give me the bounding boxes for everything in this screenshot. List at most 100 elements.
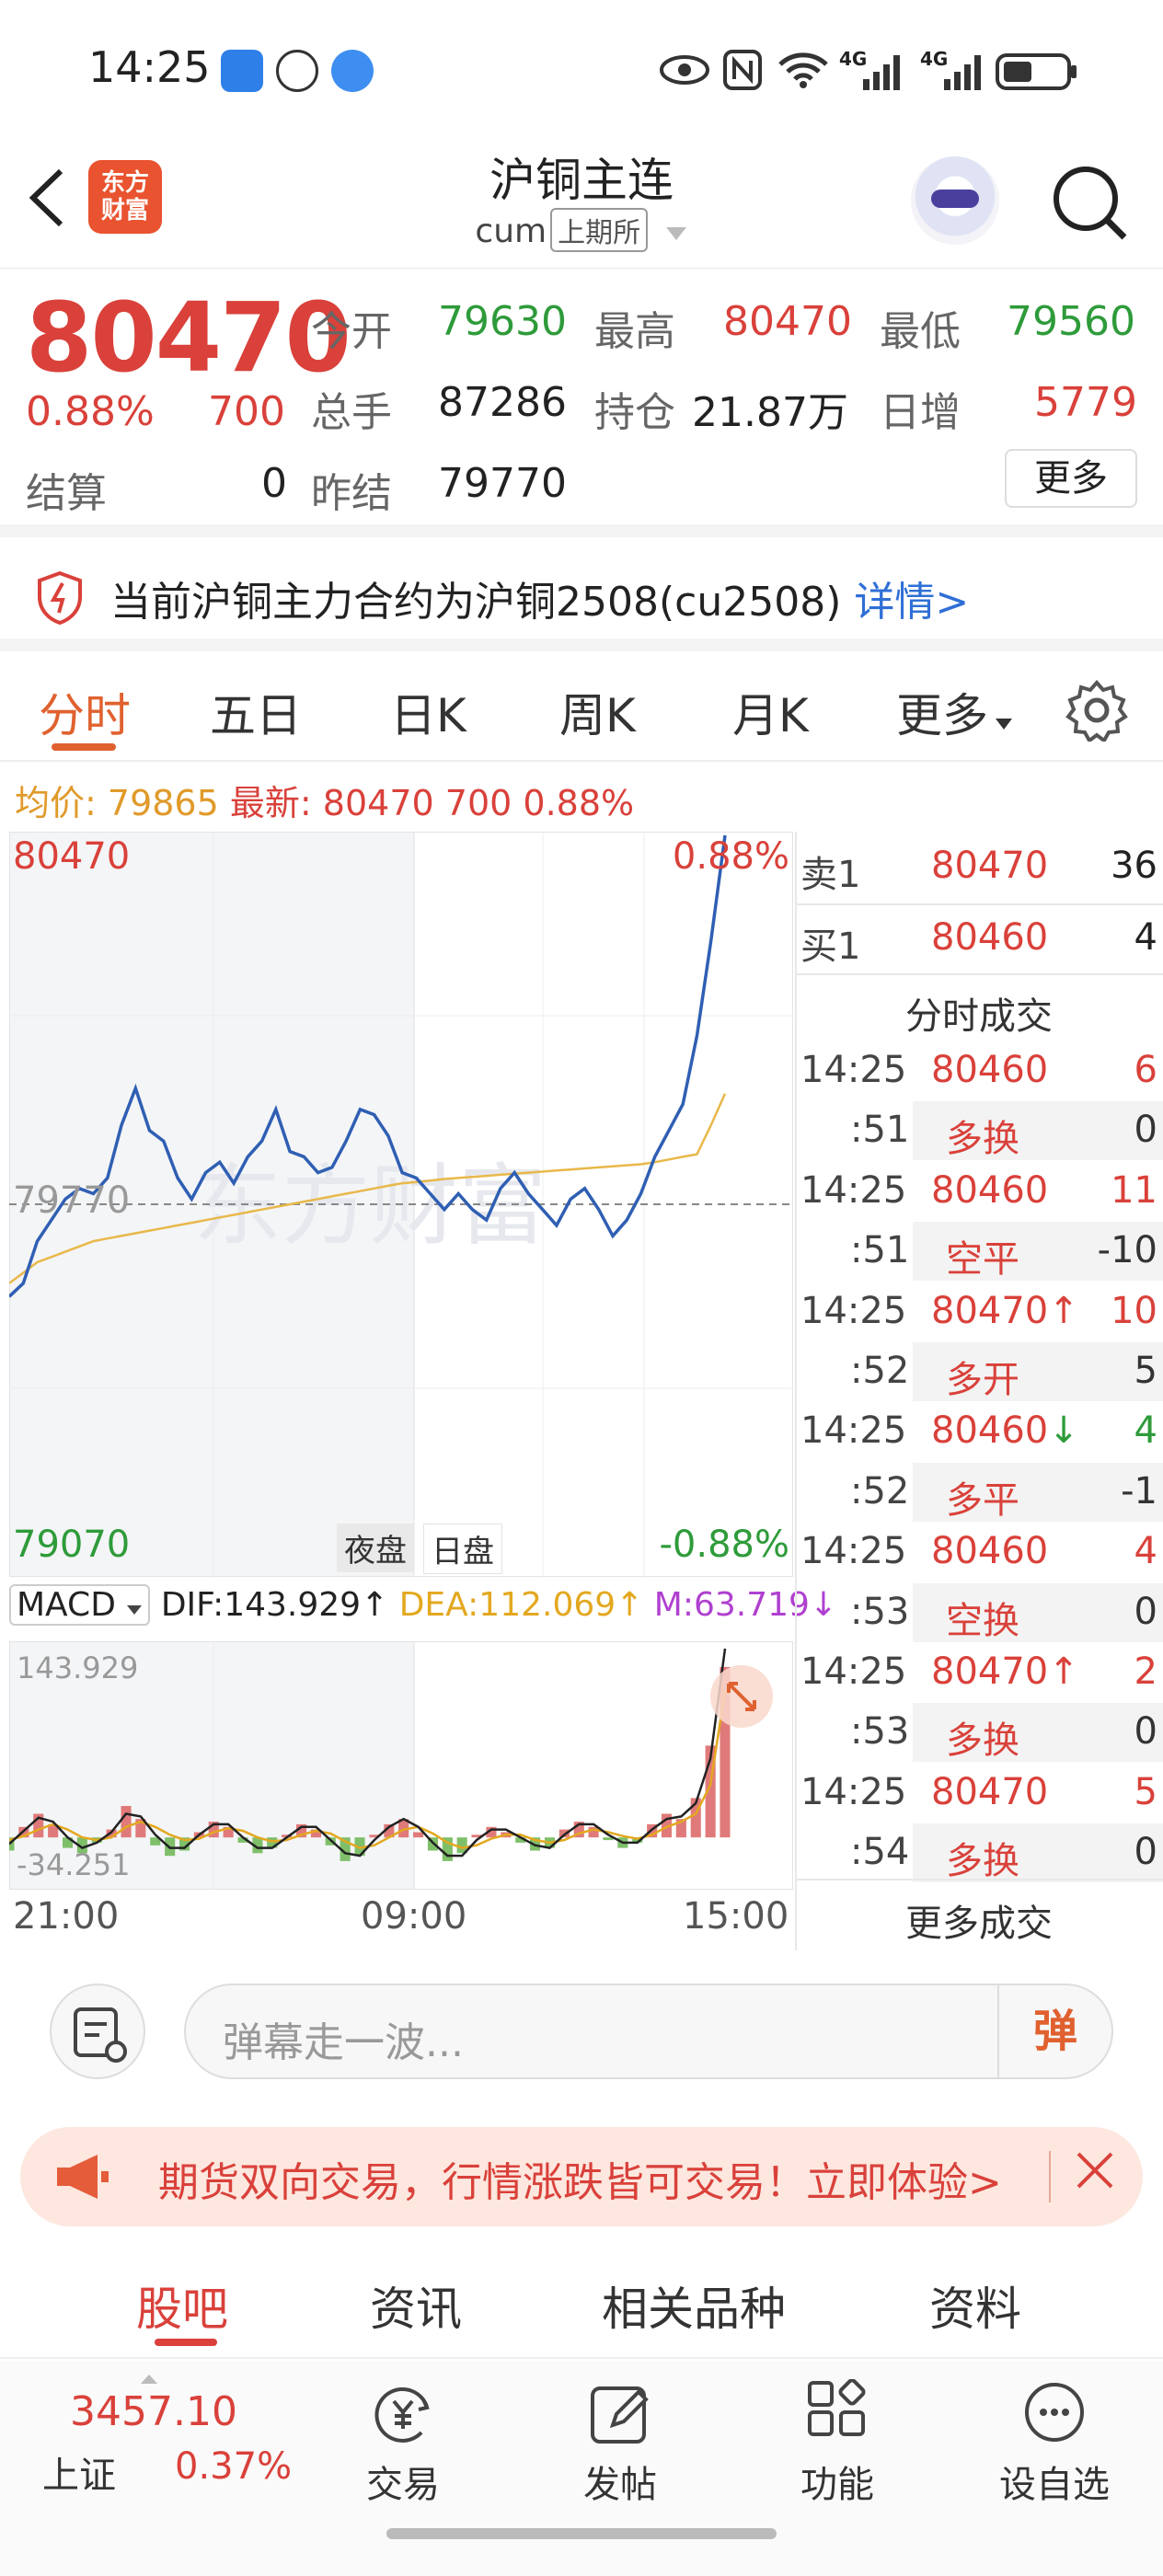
ticks-title: 分时成交 xyxy=(795,979,1163,1040)
megaphone-icon xyxy=(57,2155,109,2199)
close-promo-button[interactable] xyxy=(1073,2142,1117,2206)
nav-functions[interactable]: 功能 xyxy=(764,2379,911,2508)
tick-type: 空平 xyxy=(946,1238,1019,1282)
bid-1-row[interactable]: 买1 80460 4 xyxy=(795,909,1163,970)
content-tabs: 股吧 资讯 相关品种 资料 xyxy=(0,2245,1163,2359)
quote-more-button[interactable]: 更多 xyxy=(1005,449,1137,508)
latest-pct: 0.88% xyxy=(523,783,635,823)
nfc-icon xyxy=(723,50,762,90)
tick-price: 80460 xyxy=(931,1530,1048,1572)
tab-five-day[interactable]: 五日 xyxy=(210,679,302,745)
tab-weekly-k[interactable]: 周K xyxy=(559,679,636,745)
quote-panel: 80470 0.88% 700 结算 0 今开 79630 最高 80470 最… xyxy=(0,270,1163,537)
alipay-icon xyxy=(221,50,263,92)
tick-detail-row: :53 空换 0 xyxy=(795,1582,1163,1644)
tick-type: 多换 xyxy=(946,1840,1019,1883)
danmu-settings-button[interactable] xyxy=(50,1984,145,2079)
main-contract-notice[interactable]: 当前沪铜主力合约为沪铜2508(cu2508) 详情> xyxy=(0,537,1163,651)
tick-price: 80470 xyxy=(931,1771,1048,1813)
tick-seconds: :54 xyxy=(850,1831,910,1874)
tick-oi-change: -1 xyxy=(1121,1469,1157,1512)
app-header: 东方 财富 沪铜主连 cum 上期所 xyxy=(0,138,1163,269)
tick-price: 80470↑ xyxy=(931,1650,1079,1693)
settings-gear-icon[interactable] xyxy=(1065,679,1128,742)
futures-promo-banner[interactable]: 期货双向交易，行情涨跌皆可交易！立即体验> xyxy=(20,2127,1143,2226)
macd-top-label: 143.929 xyxy=(17,1650,139,1685)
tick-type: 多换 xyxy=(946,1118,1019,1161)
notice-text: 当前沪铜主力合约为沪铜2508(cu2508) xyxy=(110,579,842,626)
indicator-select[interactable]: MACD xyxy=(9,1584,151,1626)
tick-detail-row: :51 空平 -10 xyxy=(795,1222,1163,1282)
tick-detail-row: :52 多开 5 xyxy=(795,1342,1163,1403)
tab-daily-k[interactable]: 日K xyxy=(390,679,466,745)
more-ticks-button[interactable]: 更多成交 xyxy=(795,1886,1163,1947)
last-price: 80470 xyxy=(26,282,351,394)
macd-bar xyxy=(121,1806,132,1838)
tick-price-value: 80460 xyxy=(931,1049,1049,1091)
assistant-robot-icon[interactable] xyxy=(911,156,999,245)
macd-bar xyxy=(413,1832,424,1838)
latest-value: 80470 xyxy=(322,783,434,823)
close-icon xyxy=(1077,2152,1113,2189)
tab-news[interactable]: 资讯 xyxy=(370,2272,462,2339)
y-bottom-label: 79070 xyxy=(13,1524,131,1566)
ask-1-row[interactable]: 卖1 80470 36 xyxy=(795,837,1163,898)
tab-related[interactable]: 相关品种 xyxy=(602,2272,786,2339)
tab-monthly-k[interactable]: 月K xyxy=(732,679,809,745)
apps-icon xyxy=(808,2379,866,2436)
intraday-info-line: 均价: 79865 最新: 80470 700 0.88% xyxy=(15,775,634,825)
clock: 14:25 xyxy=(88,42,211,92)
danmu-send-button[interactable]: 弹 xyxy=(997,1985,1111,2077)
intraday-chart[interactable]: 东方财富 80470 0.88% 79770 79070 -0.88% 夜盘 日… xyxy=(7,832,793,1577)
macd-dif: DIF:143.929↑ xyxy=(160,1586,389,1624)
tick-row: 14:25 80470 5 xyxy=(795,1764,1163,1824)
macd-chart[interactable]: 143.929 -34.251 xyxy=(4,1641,793,1890)
tick-detail-row: :54 多换 0 xyxy=(795,1823,1163,1884)
tab-more[interactable]: 更多 xyxy=(896,679,1014,745)
nav-add-favorite[interactable]: 设自选 xyxy=(981,2379,1128,2508)
tick-price: 80470↑ xyxy=(931,1290,1079,1332)
more-ticks-label: 更多成交 xyxy=(905,1903,1053,1945)
nav-post-label: 发帖 xyxy=(583,2464,657,2506)
high-value: 80470 xyxy=(723,298,852,345)
x-tick-start: 21:00 xyxy=(13,1895,120,1938)
tab-forum[interactable]: 股吧 xyxy=(136,2272,228,2339)
tick-volume: 6 xyxy=(1134,1049,1157,1091)
tick-time: 14:25 xyxy=(800,1650,907,1693)
tick-row: 14:25 80460 11 xyxy=(795,1162,1163,1223)
tick-price-value: 80460 xyxy=(931,1530,1049,1573)
tab-profile[interactable]: 资料 xyxy=(929,2272,1021,2339)
nav-favorite-label: 设自选 xyxy=(999,2464,1110,2506)
y-top-label: 80470 xyxy=(13,835,131,878)
tick-price-value: 80470 xyxy=(931,1289,1049,1332)
y-top-pct: 0.88% xyxy=(672,835,789,878)
tick-row: 14:25 80460 4 xyxy=(795,1523,1163,1583)
ask-1-volume: 36 xyxy=(1111,845,1157,887)
tick-price: 80460 xyxy=(931,1049,1048,1091)
y-mid-label: 79770 xyxy=(13,1179,131,1222)
search-icon xyxy=(1054,167,1127,240)
latest-change: 700 xyxy=(444,783,512,823)
tick-price: 80460↓ xyxy=(931,1409,1079,1452)
prev-settle-label: 昨结 xyxy=(311,470,392,517)
tick-seconds: :53 xyxy=(850,1710,910,1754)
day-session-badge[interactable]: 日盘 xyxy=(423,1524,502,1574)
search-button[interactable] xyxy=(1051,164,1128,245)
nav-post[interactable]: 发帖 xyxy=(547,2379,694,2508)
tick-oi-change: 0 xyxy=(1134,1109,1157,1152)
tab-intraday[interactable]: 分时 xyxy=(39,679,131,745)
index-value: 3457.10 xyxy=(70,2388,237,2435)
change-value: 700 xyxy=(208,388,285,435)
tick-oi-change: 0 xyxy=(1134,1710,1157,1754)
notice-details-link[interactable]: 详情> xyxy=(854,579,969,626)
index-up-icon xyxy=(141,2375,157,2384)
danmu-input[interactable]: 弹幕走一波... 弹 xyxy=(184,1984,1113,2079)
tick-time: 14:25 xyxy=(800,1409,907,1453)
nav-trade[interactable]: 交易 xyxy=(329,2379,477,2508)
night-session-badge[interactable]: 夜盘 xyxy=(337,1524,414,1572)
macd-dea: DEA:112.069↑ xyxy=(398,1586,644,1624)
wifi-icon xyxy=(778,52,828,88)
chart-tabs: 分时 五日 日K 周K 月K 更多 xyxy=(0,651,1163,762)
danmu-bar: 弹幕走一波... 弹 xyxy=(0,1950,1163,2107)
promo-text: 期货双向交易，行情涨跌皆可交易！立即体验> xyxy=(158,2159,1002,2206)
